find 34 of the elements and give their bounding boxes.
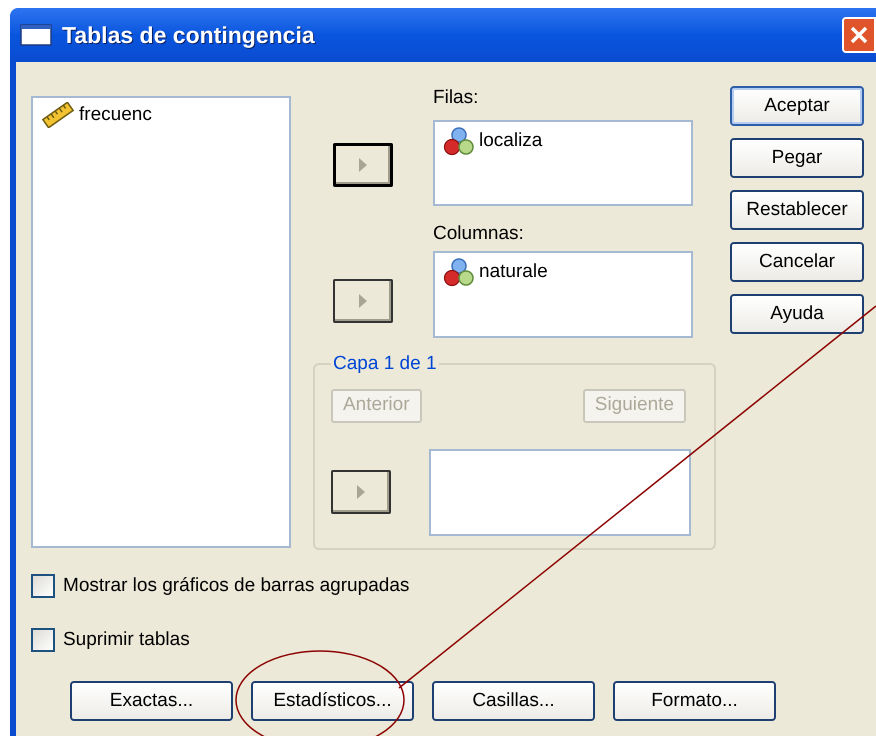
move-button[interactable] xyxy=(333,143,393,187)
checkbox[interactable] xyxy=(31,628,55,652)
variable-item[interactable]: naturale xyxy=(479,260,548,284)
dialog-button[interactable]: Casillas... xyxy=(432,681,595,721)
move-button[interactable] xyxy=(331,470,391,514)
dialog-button[interactable]: Formato... xyxy=(613,681,776,721)
nominal-variable-icon xyxy=(443,257,475,287)
window-title: Tablas de contingencia xyxy=(62,20,315,50)
variable-list[interactable]: frecuenc xyxy=(31,96,291,548)
play-arrow-icon xyxy=(358,293,368,309)
checkbox-label: Mostrar los gráficos de barras agrupadas xyxy=(63,574,410,598)
dialog-button[interactable]: Pegar xyxy=(730,138,864,178)
field-label: Filas: xyxy=(433,86,480,110)
group-legend: Capa 1 de 1 xyxy=(331,350,439,378)
close-icon xyxy=(850,26,868,44)
variable-list[interactable]: naturale xyxy=(433,251,693,338)
variable-item[interactable]: frecuenc xyxy=(79,103,152,127)
dialog-button[interactable]: Exactas... xyxy=(70,681,233,721)
play-arrow-icon xyxy=(356,484,366,500)
dialog-button[interactable]: Restablecer xyxy=(730,190,864,230)
variable-item[interactable]: localiza xyxy=(479,129,542,153)
play-arrow-icon xyxy=(358,157,368,173)
dialog-button[interactable]: Aceptar xyxy=(730,86,864,126)
dialog-button[interactable]: Cancelar xyxy=(730,242,864,282)
variable-list[interactable]: localiza xyxy=(433,120,693,206)
move-button[interactable] xyxy=(333,279,393,323)
checkbox-label: Suprimir tablas xyxy=(63,628,190,652)
dialog-button[interactable]: Estadísticos... xyxy=(251,681,414,721)
checkbox[interactable] xyxy=(31,574,55,598)
nominal-variable-icon xyxy=(443,126,475,156)
dialog-button[interactable]: Ayuda xyxy=(730,294,864,334)
close-button[interactable] xyxy=(842,17,876,53)
field-label: Columnas: xyxy=(433,223,525,245)
window-icon xyxy=(20,24,52,46)
